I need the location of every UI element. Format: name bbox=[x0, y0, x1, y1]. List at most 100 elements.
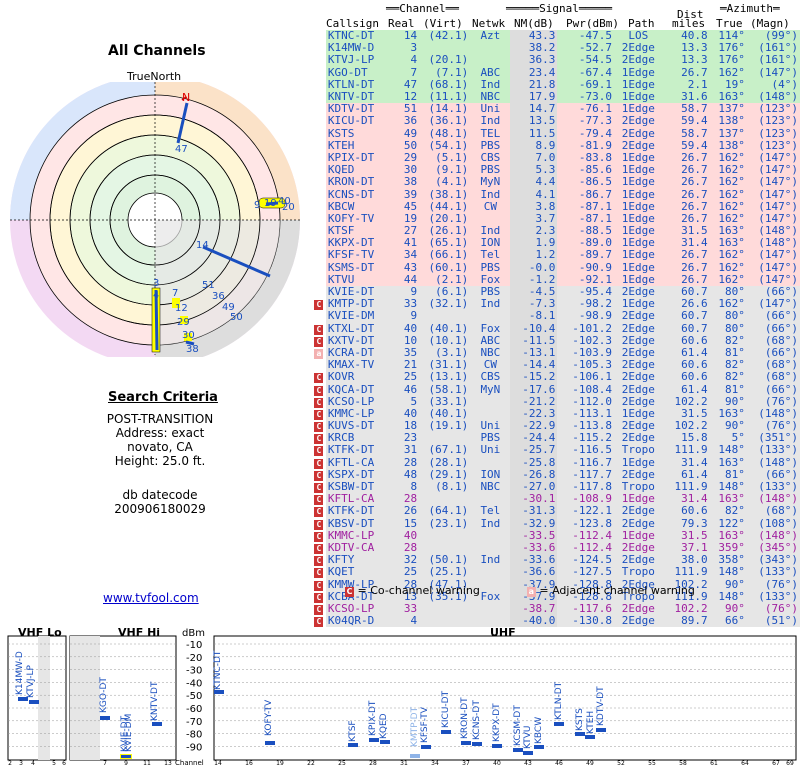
station-row[interactable]: C KOVR 25 (13.1) CBS -15.2 -106.1 2Edge 60.6 82° (… bbox=[312, 370, 800, 384]
channel-tick-label: 9 bbox=[124, 760, 128, 767]
station-row[interactable]: KTVJ-LP 4 (20.1) 36.3 -54.5 2Edge 13.3 176° (161… bbox=[312, 54, 800, 67]
virtual-channel-cell: (7.1) bbox=[435, 65, 469, 79]
path-cell: 2Edge bbox=[621, 370, 655, 384]
station-row[interactable]: C KFTL-CA 28 (28.1) -25.8 -116.7 1Edge 31.4 163°… bbox=[312, 455, 800, 469]
station-row[interactable]: C KCSO-LP 5 (33.1) -21.2 -112.0 2Edge 102.2 90° (… bbox=[312, 395, 800, 408]
warning-cell bbox=[312, 139, 326, 152]
azimuth-true-cell: 162° bbox=[718, 248, 745, 262]
real-channel-cell: 38 bbox=[403, 175, 418, 189]
warning-cell bbox=[312, 103, 326, 116]
radar-channel-label: 30 bbox=[182, 330, 195, 341]
co-channel-warning-icon: C bbox=[314, 568, 324, 579]
co-channel-warning-icon: C bbox=[314, 483, 324, 494]
bar-kntv-dt bbox=[152, 722, 162, 726]
azimuth-true-cell: 148° bbox=[718, 565, 745, 579]
station-row[interactable]: C KTXL-DT 40 (40.1) Fox -10.4 -101.2 2Edge 60.7 8… bbox=[312, 321, 800, 335]
radar-channel-label: 20 bbox=[282, 202, 295, 213]
bar-kkpx-dt bbox=[492, 744, 502, 748]
station-row[interactable]: C KTFK-DT 31 (67.1) Uni -25.7 -116.5 Tropo 111.9… bbox=[312, 443, 800, 457]
adjacent-channel-text: = Adjacent channel warning bbox=[539, 584, 695, 597]
virtual-channel-cell bbox=[419, 530, 470, 542]
station-row[interactable]: C KTFK-DT 26 (64.1) Tel -31.3 -122.1 2Edge 60.6 8… bbox=[312, 504, 800, 518]
distance-cell: 60.7 bbox=[681, 309, 708, 323]
station-row[interactable]: KVIE-DM 9 -8.1 -98.9 2Edge 60.7 80° (66°) bbox=[312, 309, 800, 323]
channel-tick-label: 58 bbox=[679, 760, 687, 767]
warning-cell bbox=[312, 54, 326, 67]
co-channel-warning-icon: C bbox=[314, 336, 324, 347]
virtual-channel-cell: (67.1) bbox=[428, 443, 469, 457]
path-cell: 1Edge bbox=[621, 248, 655, 262]
virtual-channel-cell: (25.1) bbox=[428, 565, 469, 579]
bar-kmtp-dt bbox=[410, 754, 420, 758]
network-cell bbox=[470, 457, 510, 469]
spectrum-chart: VHF Lo VHF Hi UHF dBm -10 -20 -30-40 -50 -60… bbox=[7, 626, 797, 767]
warning-cell: C bbox=[312, 456, 326, 469]
power-cell: -90.9 bbox=[578, 260, 612, 274]
azimuth-true-cell: 82° bbox=[725, 370, 745, 384]
power-cell: -67.4 bbox=[578, 65, 612, 79]
station-row[interactable]: KSMS-DT 43 (60.1) PBS -0.0 -90.9 1Edge 26.7 162°… bbox=[312, 260, 800, 274]
network-cell: CBS bbox=[480, 370, 501, 384]
distance-cell: 60.7 bbox=[681, 321, 708, 335]
channel-tick-label: 6 bbox=[62, 760, 66, 767]
network-cell: Uni bbox=[480, 443, 501, 457]
distance-cell: 61.4 bbox=[681, 382, 708, 396]
virtual-channel-cell: (58.1) bbox=[428, 382, 469, 396]
real-channel-cell: 46 bbox=[403, 382, 418, 396]
tvfool-link[interactable]: www.tvfool.com bbox=[103, 591, 199, 605]
co-channel-warning-icon: C bbox=[314, 373, 324, 384]
warning-cell: C bbox=[312, 578, 326, 591]
power-cell: -122.1 bbox=[572, 504, 612, 518]
radar-channel-label: 51 bbox=[202, 280, 215, 291]
spectrum-station-label: KTVU bbox=[523, 726, 533, 749]
station-row[interactable]: C KQCA-DT 46 (58.1) MyN -17.6 -108.4 2Edge 61.4 8… bbox=[312, 382, 800, 396]
network-cell bbox=[470, 530, 510, 542]
channel-tick-label: 22 bbox=[307, 760, 315, 767]
bar-kdtv-dt bbox=[596, 728, 606, 732]
warning-cell: C bbox=[312, 407, 326, 420]
station-row[interactable]: KRON-DT 38 (4.1) MyN 4.4 -86.5 1Edge 26.7 162° (1… bbox=[312, 175, 800, 189]
callsign-cell: KCNS-DT bbox=[327, 187, 375, 201]
station-row[interactable]: C KBSV-DT 15 (23.1) Ind -32.9 -123.8 2Edge 79.3 1… bbox=[312, 516, 800, 530]
uhf-box bbox=[213, 635, 797, 761]
distance-cell: 26.7 bbox=[681, 175, 708, 189]
station-row[interactable]: KGO-DT 7 (7.1) ABC 23.4 -67.4 1Edge 26.7 162° (14… bbox=[312, 65, 800, 79]
azimuth-magn-cell: (147°) bbox=[758, 248, 798, 262]
warning-cell: C bbox=[312, 529, 326, 542]
station-row[interactable]: KSTS 49 (48.1) TEL 11.5 -79.4 2Edge 58.7 137° (12… bbox=[312, 126, 800, 140]
warning-cell: C bbox=[312, 334, 326, 347]
power-cell: -108.4 bbox=[572, 382, 612, 396]
distance-cell: 111.9 bbox=[674, 443, 708, 457]
warning-cell bbox=[312, 42, 326, 55]
distance-cell: 58.7 bbox=[681, 126, 708, 140]
station-row[interactable]: KCNS-DT 39 (38.1) Ind 4.1 -86.7 1Edge 26.7 162° (… bbox=[312, 187, 800, 201]
spectrum-station-label: KKPX-DT bbox=[492, 703, 502, 742]
radar-channel-label: 29 bbox=[177, 317, 190, 328]
distance-cell: 31.4 bbox=[681, 455, 708, 469]
spectrum-station-label: KVIE-DM bbox=[124, 714, 134, 752]
channel-tick-label: 49 bbox=[586, 760, 594, 767]
power-cell: -77.3 bbox=[578, 114, 612, 128]
bar-kgo-dt bbox=[100, 716, 110, 720]
stations-table-wrapper: KTNC-DT 14 (42.1) Azt 43.3 -47.5 LOS 40.8 114° (9… bbox=[312, 29, 800, 628]
virtual-channel-cell: (23.1) bbox=[428, 516, 469, 530]
station-row[interactable]: C KQET 25 (25.1) -36.6 -127.5 Tropo 111.9 148° (1… bbox=[312, 565, 800, 579]
path-cell: 1Edge bbox=[621, 199, 655, 213]
station-row[interactable]: KICU-DT 36 (36.1) Ind 13.5 -77.3 2Edge 59.4 138°… bbox=[312, 114, 800, 128]
noise-margin-cell: 4.4 bbox=[510, 176, 558, 189]
co-channel-text: = Co-channel warning bbox=[357, 584, 480, 597]
dbm-tick-label: -80 bbox=[186, 730, 202, 741]
station-row[interactable]: KFSF-TV 34 (66.1) Tel 1.2 -89.7 1Edge 26.7 162° (… bbox=[312, 248, 800, 262]
spectrum-station-label: KCSM-DT bbox=[513, 705, 523, 746]
azimuth-true-cell: 80° bbox=[725, 321, 745, 335]
channel-tick-label: 28 bbox=[369, 760, 377, 767]
real-channel-cell: 49 bbox=[403, 126, 418, 140]
station-row[interactable]: C KUVS-DT 18 (19.1) Uni -22.9 -113.8 2Edge 102.2… bbox=[312, 420, 800, 433]
warning-cell bbox=[312, 78, 326, 91]
network-cell: Azt bbox=[480, 29, 501, 43]
azimuth-magn-cell: (66°) bbox=[764, 382, 798, 396]
co-channel-warning-icon: C bbox=[314, 446, 324, 457]
real-channel-cell: 43 bbox=[403, 260, 418, 274]
azimuth-true-cell: 163° bbox=[718, 455, 745, 469]
station-row[interactable]: KBCW 45 (44.1) CW 3.8 -87.1 1Edge 26.7 162° (147°… bbox=[312, 199, 800, 213]
